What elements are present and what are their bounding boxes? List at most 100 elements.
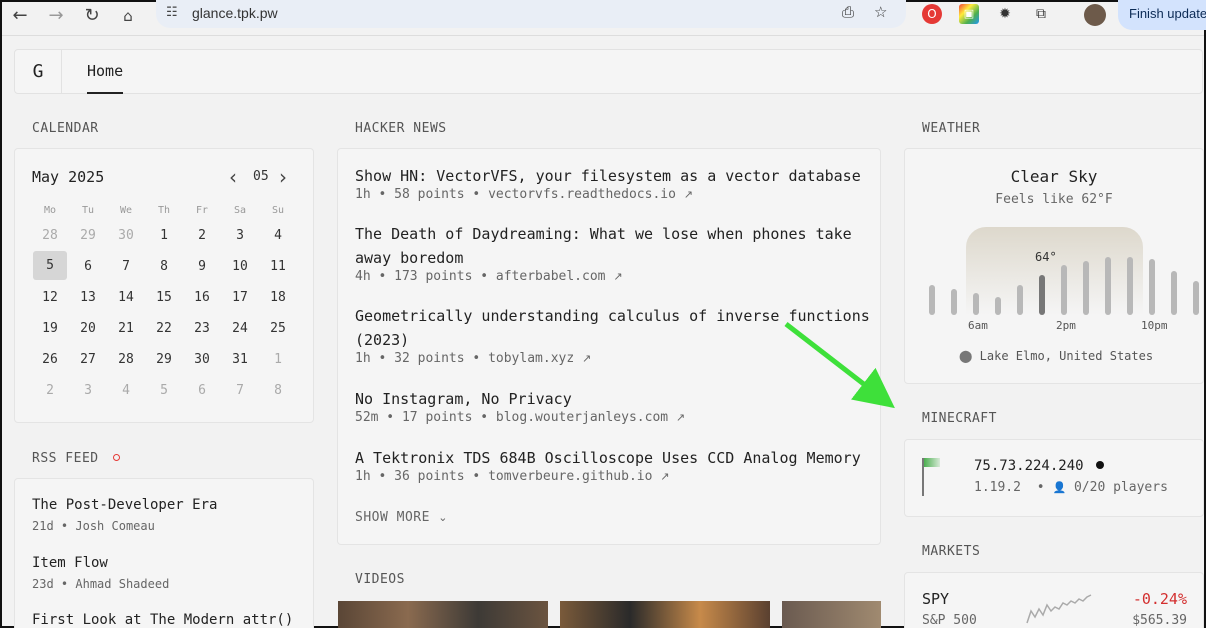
calendar-day[interactable]: 26 [31, 344, 69, 375]
bookmark-star-icon[interactable]: ☆ [874, 3, 887, 21]
hn-item-age: 1h [355, 187, 371, 202]
weather-feels-like: Feels like 62°F [995, 192, 1113, 207]
calendar-day[interactable]: 17 [221, 282, 259, 313]
weather-hour-bar [1127, 257, 1133, 315]
hn-item-domain[interactable]: vectorvfs.readthedocs.io [488, 187, 676, 202]
calendar-day[interactable]: 10 [221, 251, 259, 282]
calendar-day[interactable]: 31 [221, 344, 259, 375]
page-header: G Home [14, 49, 1203, 94]
hn-item-title[interactable]: No Instagram, No Privacy [355, 387, 875, 411]
weather-hour-label: 2pm [1056, 319, 1076, 332]
calendar-day[interactable]: 2 [183, 220, 221, 251]
tab-home[interactable]: Home [87, 62, 123, 80]
calendar-day[interactable]: 4 [107, 375, 145, 406]
hn-item-points[interactable]: 17 points [402, 410, 472, 425]
forward-arrow-icon[interactable]: → [44, 6, 68, 26]
hn-item-title[interactable]: Show HN: VectorVFS, your filesystem as a… [355, 164, 875, 188]
calendar-day[interactable]: 24 [221, 313, 259, 344]
calendar-day[interactable]: 1 [259, 344, 297, 375]
calendar-day[interactable]: 18 [259, 282, 297, 313]
calendar-section-title: CALENDAR [32, 121, 99, 136]
reload-icon[interactable]: ↻ [80, 6, 104, 26]
calendar-month-label: May 2025 [32, 168, 105, 186]
calendar-day[interactable]: 13 [69, 282, 107, 313]
calendar-day[interactable]: 28 [107, 344, 145, 375]
prev-month-chevron-icon[interactable]: ‹ [229, 165, 237, 189]
home-icon[interactable]: ⌂ [116, 6, 140, 26]
calendar-day[interactable]: 15 [145, 282, 183, 313]
calendar-day[interactable]: 7 [221, 375, 259, 406]
next-month-chevron-icon[interactable]: › [279, 165, 287, 189]
hn-item-domain[interactable]: blog.wouterjanleys.com [496, 410, 668, 425]
chevron-down-icon: ⌄ [438, 511, 448, 524]
address-bar[interactable]: ☷ glance.tpk.pw ⎙ ☆ [156, 0, 906, 28]
calendar-day[interactable]: 23 [183, 313, 221, 344]
hn-item-title[interactable]: The Death of Daydreaming: What we lose w… [355, 222, 875, 270]
calendar-day[interactable]: 28 [31, 220, 69, 251]
rss-item-title[interactable]: First Look at The Modern attr() [32, 612, 293, 628]
calendar-day[interactable]: 21 [107, 313, 145, 344]
calendar-day[interactable]: 4 [259, 220, 297, 251]
show-more-button[interactable]: SHOW MORE ⌄ [355, 510, 448, 525]
calendar-day[interactable]: 12 [31, 282, 69, 313]
color-extension-icon[interactable]: ▣ [959, 4, 979, 24]
weather-hourly-bars [929, 249, 1199, 315]
calendar-day[interactable]: 3 [221, 220, 259, 251]
hn-item-points[interactable]: 32 points [394, 351, 464, 366]
hn-item-domain[interactable]: tobylam.xyz [488, 351, 574, 366]
calendar-day[interactable]: 16 [183, 282, 221, 313]
market-symbol[interactable]: SPY [922, 590, 949, 608]
calendar-day[interactable]: 5 [145, 375, 183, 406]
weather-hour-bar [1039, 275, 1045, 315]
calendar-day[interactable]: 30 [183, 344, 221, 375]
location-pin-icon: ⬤ [959, 349, 973, 363]
profile-avatar[interactable] [1084, 4, 1106, 26]
rss-item-title[interactable]: The Post-Developer Era [32, 497, 217, 513]
calendar-day[interactable]: 30 [107, 220, 145, 251]
logo[interactable]: G [15, 50, 62, 93]
calendar-day[interactable]: 20 [69, 313, 107, 344]
calendar-day[interactable]: 14 [107, 282, 145, 313]
calendar-day[interactable]: 6 [69, 251, 107, 282]
opera-extension-icon[interactable]: O [922, 4, 942, 24]
calendar-day[interactable]: 6 [183, 375, 221, 406]
site-settings-icon[interactable]: ☷ [166, 5, 178, 20]
calendar-day[interactable]: 7 [107, 251, 145, 282]
calendar-day[interactable]: 11 [259, 251, 297, 282]
calendar-day[interactable]: 19 [31, 313, 69, 344]
calendar-week-row: 19 20 21 22 23 24 25 [31, 313, 297, 344]
gear-extension-icon[interactable]: ✹ [995, 4, 1015, 24]
video-thumbnail[interactable] [560, 601, 770, 628]
calendar-day[interactable]: 29 [145, 344, 183, 375]
hacker-news-section-title: HACKER NEWS [355, 121, 447, 136]
minecraft-server-info: 1.19.2 • 👤 0/20 players [974, 480, 1168, 495]
rss-item-title[interactable]: Item Flow [32, 555, 108, 571]
video-thumbnail[interactable] [782, 601, 881, 628]
calendar-day[interactable]: 1 [145, 220, 183, 251]
back-arrow-icon[interactable]: ← [8, 6, 32, 26]
hn-item-points[interactable]: 173 points [394, 269, 472, 284]
install-app-icon[interactable]: ⎙ [842, 3, 854, 21]
calendar-day[interactable]: 3 [69, 375, 107, 406]
hn-item-points[interactable]: 58 points [394, 187, 464, 202]
calendar-day[interactable]: 25 [259, 313, 297, 344]
extensions-puzzle-icon[interactable]: ⧉ [1031, 4, 1051, 24]
calendar-day[interactable]: 8 [145, 251, 183, 282]
calendar-day[interactable]: 2 [31, 375, 69, 406]
hn-item-domain[interactable]: afterbabel.com [496, 269, 606, 284]
calendar-day-of-week: Su [271, 205, 285, 216]
hn-item-title[interactable]: A Tektronix TDS 684B Oscilloscope Uses C… [355, 446, 875, 470]
calendar-day[interactable]: 9 [183, 251, 221, 282]
server-flag-top [924, 458, 940, 467]
hn-item-domain[interactable]: tomverbeure.github.io [488, 469, 652, 484]
hn-item-title[interactable]: Geometrically understanding calculus of … [355, 304, 875, 352]
finish-update-button[interactable]: Finish update [1118, 0, 1206, 30]
calendar-day[interactable]: 27 [69, 344, 107, 375]
calendar-day[interactable]: 29 [69, 220, 107, 251]
video-thumbnail[interactable] [338, 601, 548, 628]
calendar-day[interactable]: 5 [33, 251, 67, 280]
calendar-day[interactable]: 22 [145, 313, 183, 344]
hn-item-points[interactable]: 36 points [394, 469, 464, 484]
weather-hour-label: 10pm [1141, 319, 1168, 332]
calendar-day[interactable]: 8 [259, 375, 297, 406]
